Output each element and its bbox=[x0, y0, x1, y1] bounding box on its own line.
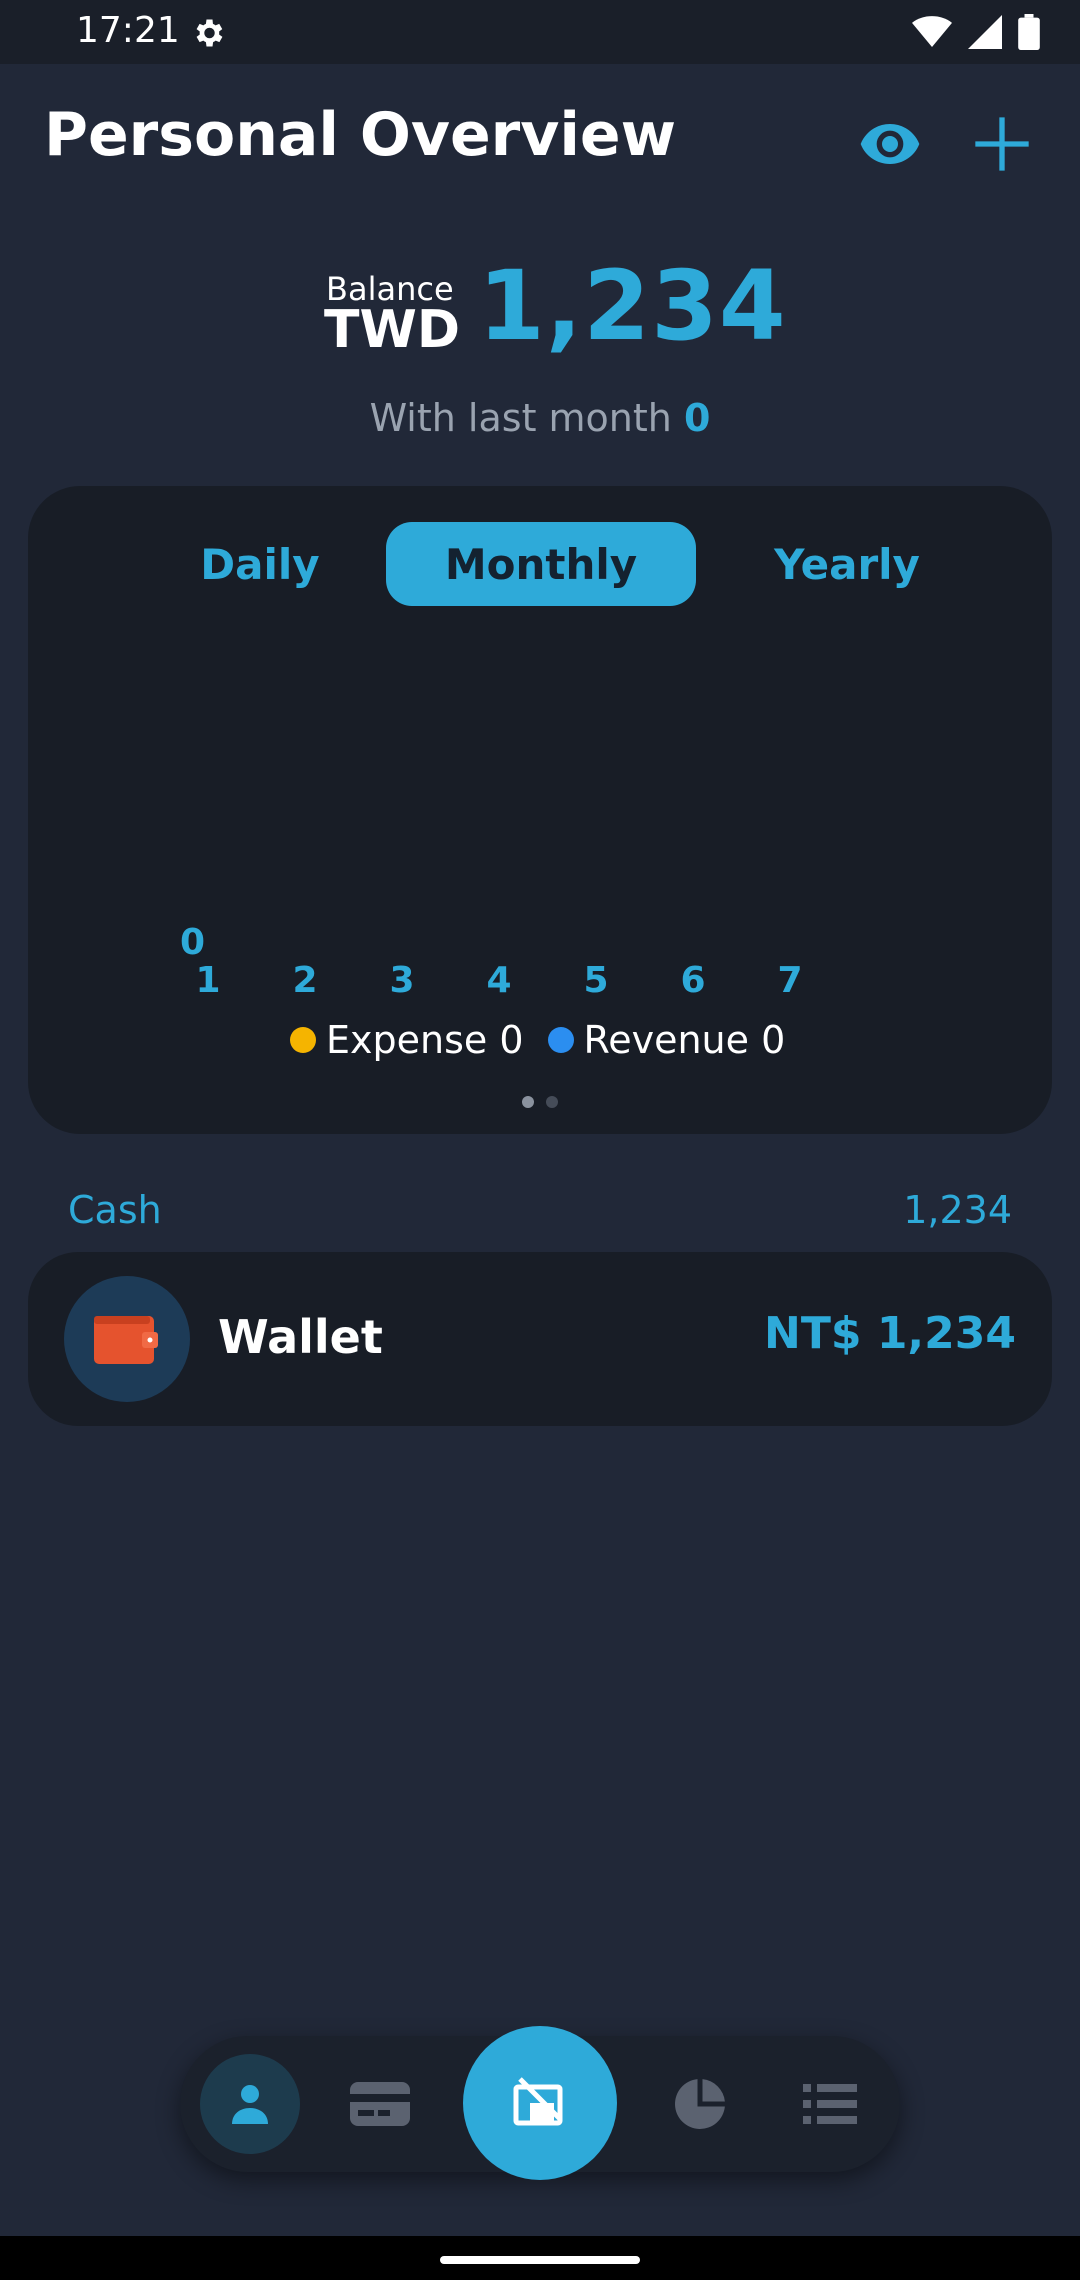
last-month-comparison: With last month 0 bbox=[0, 396, 1080, 440]
signal-icon bbox=[968, 15, 1002, 49]
list-icon bbox=[803, 2084, 857, 2124]
pie-chart-icon bbox=[675, 2079, 725, 2129]
x-tick-label: 5 bbox=[583, 960, 609, 1001]
nav-item-person[interactable] bbox=[200, 2054, 300, 2154]
account-item-wallet[interactable]: Wallet NT$ 1,234 bbox=[28, 1252, 1052, 1426]
y-tick-label: 0 bbox=[180, 922, 206, 963]
x-tick-label: 1 bbox=[195, 960, 221, 1001]
add-record-icon bbox=[513, 2077, 563, 2126]
legend-revenue: Revenue 0 bbox=[547, 1018, 786, 1062]
last-month-value: 0 bbox=[683, 396, 711, 440]
tab-yearly[interactable]: Yearly bbox=[692, 522, 1002, 606]
account-name: Wallet bbox=[218, 1310, 383, 1364]
status-time: 17:21 bbox=[76, 10, 180, 51]
nav-item-cards[interactable] bbox=[330, 2054, 430, 2154]
account-amount: NT$ 1,234 bbox=[764, 1308, 1016, 1359]
period-tabs: Daily Monthly Yearly bbox=[28, 522, 1052, 606]
eye-icon[interactable] bbox=[858, 112, 922, 176]
x-tick-label: 4 bbox=[486, 960, 512, 1001]
tab-daily[interactable]: Daily bbox=[105, 522, 415, 606]
page-indicator bbox=[522, 1096, 558, 1108]
section-title: Cash bbox=[68, 1188, 162, 1232]
legend-expense-label: Expense 0 bbox=[326, 1018, 524, 1062]
last-month-label: With last month bbox=[369, 396, 672, 440]
add-icon[interactable] bbox=[970, 112, 1034, 176]
page-dot-active bbox=[522, 1096, 534, 1108]
x-tick-label: 7 bbox=[777, 960, 803, 1001]
wallet-icon bbox=[94, 1316, 158, 1364]
balance-currency: TWD bbox=[324, 300, 460, 360]
person-icon bbox=[232, 2085, 268, 2124]
add-record-button[interactable] bbox=[463, 2026, 617, 2180]
home-indicator[interactable] bbox=[440, 2256, 640, 2264]
balance-amount: 1,234 bbox=[478, 250, 787, 362]
nav-item-menu[interactable] bbox=[780, 2054, 880, 2154]
legend-expense: Expense 0 bbox=[290, 1018, 524, 1062]
x-tick-label: 6 bbox=[680, 960, 706, 1001]
tab-monthly[interactable]: Monthly bbox=[386, 522, 696, 606]
section-total: 1,234 bbox=[903, 1188, 1012, 1232]
page-dot bbox=[546, 1096, 558, 1108]
battery-icon bbox=[1018, 14, 1040, 50]
x-tick-label: 2 bbox=[292, 960, 318, 1001]
legend-revenue-label: Revenue 0 bbox=[583, 1018, 786, 1062]
settings-gear-icon bbox=[196, 19, 223, 47]
page-title: Personal Overview bbox=[44, 100, 677, 170]
chart-card: Daily Monthly Yearly 0 1 2 3 4 5 6 7 Expense 0… bbox=[28, 486, 1052, 1134]
chart-legend: Expense 0 Revenue 0 bbox=[290, 1018, 785, 1062]
status-bar: 17:21 bbox=[0, 0, 1080, 64]
wifi-icon bbox=[912, 16, 952, 47]
x-tick-label: 3 bbox=[389, 960, 415, 1001]
nav-item-stats[interactable] bbox=[650, 2054, 750, 2154]
card-icon bbox=[350, 2082, 410, 2126]
expense-dot-icon bbox=[290, 1027, 316, 1053]
account-avatar bbox=[64, 1276, 190, 1402]
revenue-dot-icon bbox=[547, 1027, 574, 1053]
